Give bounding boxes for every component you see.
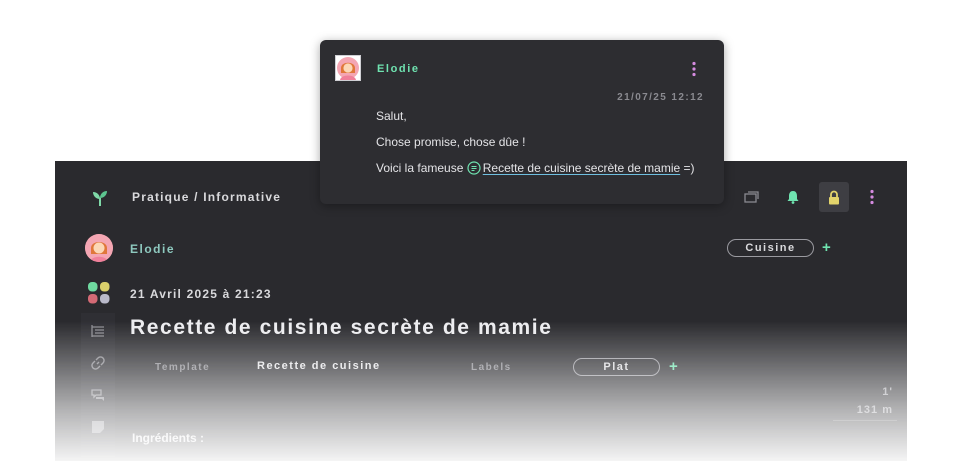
template-label: Template xyxy=(155,362,211,373)
comment-author[interactable]: Elodie xyxy=(377,63,420,75)
avatar-illustration-icon xyxy=(336,56,360,80)
windows-icon xyxy=(744,191,759,203)
labels-label: Labels xyxy=(471,362,512,373)
avatar-illustration-icon xyxy=(85,234,113,262)
link-icon[interactable] xyxy=(90,355,106,371)
comment-line: Chose promise, chose dûe ! xyxy=(376,135,526,149)
note-link-icon xyxy=(467,161,481,175)
avatar[interactable] xyxy=(85,234,113,262)
sprout-logo-icon[interactable] xyxy=(91,189,109,207)
comment-popup: Elodie 21/07/25 12:12 Salut, Chose promi… xyxy=(320,40,724,204)
document-window: Pratique / Informative Elodie Cuisine + … xyxy=(55,161,907,461)
comment-timestamp: 21/07/25 12:12 xyxy=(617,92,704,103)
comment-avatar[interactable] xyxy=(335,55,361,81)
notifications-button[interactable] xyxy=(778,182,808,212)
section-heading: Ingrédients : xyxy=(132,431,205,445)
more-vertical-icon[interactable] xyxy=(688,61,700,77)
comment-line: Voici la fameuse Recette de cuisine secr… xyxy=(376,161,695,175)
document-date: 21 Avril 2025 à 21:23 xyxy=(130,287,272,301)
author-name[interactable]: Elodie xyxy=(130,242,175,256)
document-title[interactable]: Recette de cuisine secrète de mamie xyxy=(130,316,553,340)
lock-icon xyxy=(829,190,839,204)
more-vertical-icon xyxy=(870,189,874,205)
more-options-button[interactable] xyxy=(857,182,887,212)
tag-cuisine[interactable]: Cuisine xyxy=(727,239,814,257)
word-count: 131 m xyxy=(856,404,893,416)
lock-button[interactable] xyxy=(819,182,849,212)
chat-icon[interactable] xyxy=(90,387,106,403)
template-value[interactable]: Recette de cuisine xyxy=(257,360,381,372)
comment-text: Voici la fameuse xyxy=(376,161,464,175)
outline-icon[interactable] xyxy=(90,323,106,339)
screen: Pratique / Informative Elodie Cuisine + … xyxy=(0,0,962,461)
comment-line: Salut, xyxy=(376,109,407,123)
note-link[interactable]: Recette de cuisine secrète de mamie xyxy=(483,161,680,175)
bell-icon xyxy=(787,191,799,204)
add-tag-button[interactable]: + xyxy=(822,240,831,255)
label-plat[interactable]: Plat xyxy=(573,358,660,376)
comment-text: =) xyxy=(683,161,695,175)
windows-button[interactable] xyxy=(737,182,767,212)
add-label-button[interactable]: + xyxy=(669,359,678,374)
reading-time: 1' xyxy=(882,386,893,398)
apps-icon[interactable] xyxy=(88,282,110,304)
note-icon[interactable] xyxy=(90,419,106,435)
divider xyxy=(833,420,897,421)
side-rail xyxy=(81,313,115,461)
breadcrumb[interactable]: Pratique / Informative xyxy=(132,190,281,204)
